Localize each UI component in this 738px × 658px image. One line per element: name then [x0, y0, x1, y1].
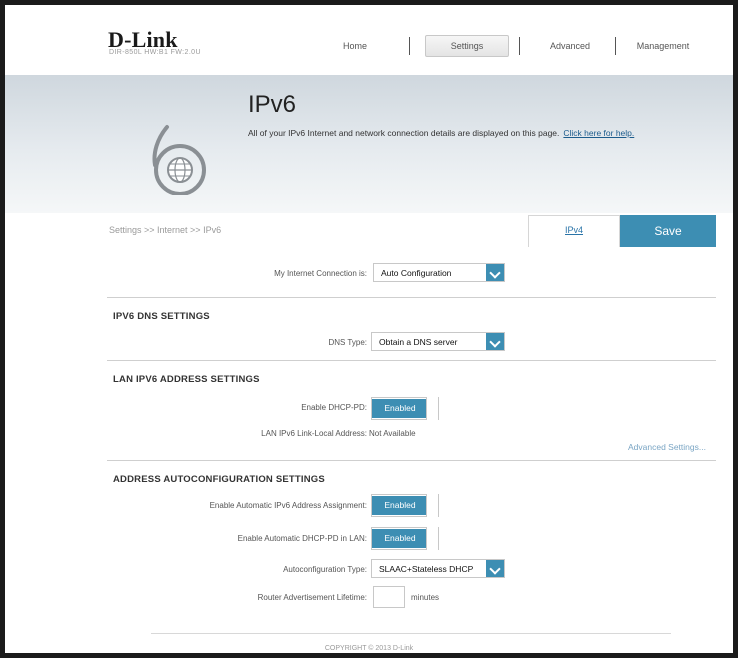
- breadcrumb: Settings >> Internet >> IPv6: [109, 225, 222, 235]
- dns-type-label: DNS Type:: [328, 338, 367, 347]
- autoconfig-type-label: Autoconfiguration Type:: [283, 565, 367, 574]
- save-button[interactable]: Save: [620, 215, 716, 247]
- footer-divider: [151, 633, 671, 634]
- section-divider: [107, 360, 716, 361]
- nav-advanced[interactable]: Advanced: [535, 35, 605, 57]
- dns-type-select[interactable]: Obtain a DNS server: [371, 332, 505, 351]
- ipv4-link[interactable]: IPv4: [565, 225, 583, 235]
- auto-dhcp-state: Enabled: [372, 529, 428, 548]
- copyright: COPYRIGHT © 2013 D-Link: [324, 645, 414, 652]
- auto-dhcp-label: Enable Automatic DHCP-PD in LAN:: [237, 534, 367, 543]
- connection-type-value: Auto Configuration: [381, 268, 452, 278]
- nav-home[interactable]: Home: [323, 35, 387, 57]
- autoconfig-type-select[interactable]: SLAAC+Stateless DHCP: [371, 559, 505, 578]
- help-link[interactable]: Click here for help.: [563, 128, 634, 138]
- auto-dhcp-toggle[interactable]: Enabled: [371, 527, 439, 550]
- dhcp-pd-label: Enable DHCP-PD:: [301, 403, 367, 412]
- nav-divider: [519, 37, 520, 55]
- section-divider: [107, 460, 716, 461]
- ra-lifetime-label: Router Advertisement Lifetime:: [257, 593, 367, 602]
- settings-content: [5, 247, 733, 653]
- link-local-value: Not Available: [369, 429, 416, 438]
- auto-assign-label: Enable Automatic IPv6 Address Assignment…: [209, 501, 367, 510]
- model-info: DIR-850L HW:B1 FW:2.0U: [109, 49, 201, 56]
- link-local-label: LAN IPv6 Link-Local Address:: [261, 429, 367, 438]
- lan-section-heading: LAN IPV6 ADDRESS SETTINGS: [113, 374, 260, 385]
- connection-label: My Internet Connection is:: [274, 269, 367, 278]
- page-description: All of your IPv6 Internet and network co…: [248, 128, 634, 138]
- top-header: D-Link DIR-850L HW:B1 FW:2.0U Home Setti…: [5, 5, 733, 75]
- page-banner: IPv6 All of your IPv6 Internet and netwo…: [5, 75, 733, 213]
- toggle-knob: [426, 397, 438, 420]
- nav-management[interactable]: Management: [627, 35, 699, 57]
- nav-settings[interactable]: Settings: [425, 35, 509, 57]
- section-divider: [107, 297, 716, 298]
- advanced-settings-link[interactable]: Advanced Settings...: [628, 442, 706, 452]
- dns-section-heading: IPV6 DNS SETTINGS: [113, 311, 210, 322]
- toggle-knob: [426, 494, 438, 517]
- chevron-down-icon[interactable]: [486, 333, 504, 350]
- toggle-knob: [426, 527, 438, 550]
- chevron-down-icon[interactable]: [486, 560, 504, 577]
- ra-lifetime-input[interactable]: [373, 586, 405, 608]
- auto-assign-state: Enabled: [372, 496, 428, 515]
- breadcrumb-bar: Settings >> Internet >> IPv6 IPv4 Save: [5, 213, 733, 247]
- chevron-down-icon[interactable]: [486, 264, 504, 281]
- ipv6-globe-icon: [152, 125, 206, 195]
- connection-type-select[interactable]: Auto Configuration: [373, 263, 505, 282]
- ra-lifetime-unit: minutes: [411, 593, 440, 602]
- nav-divider: [409, 37, 410, 55]
- dns-type-value: Obtain a DNS server: [379, 337, 458, 347]
- dhcp-pd-state: Enabled: [372, 399, 428, 418]
- autoconfig-section-heading: ADDRESS AUTOCONFIGURATION SETTINGS: [113, 474, 325, 485]
- dhcp-pd-toggle[interactable]: Enabled: [371, 397, 439, 420]
- page-title: IPv6: [248, 91, 297, 118]
- auto-assign-toggle[interactable]: Enabled: [371, 494, 439, 517]
- nav-divider: [615, 37, 616, 55]
- description-text: All of your IPv6 Internet and network co…: [248, 128, 560, 138]
- autoconfig-type-value: SLAAC+Stateless DHCP: [379, 564, 474, 574]
- router-admin-page: D-Link DIR-850L HW:B1 FW:2.0U Home Setti…: [0, 0, 738, 658]
